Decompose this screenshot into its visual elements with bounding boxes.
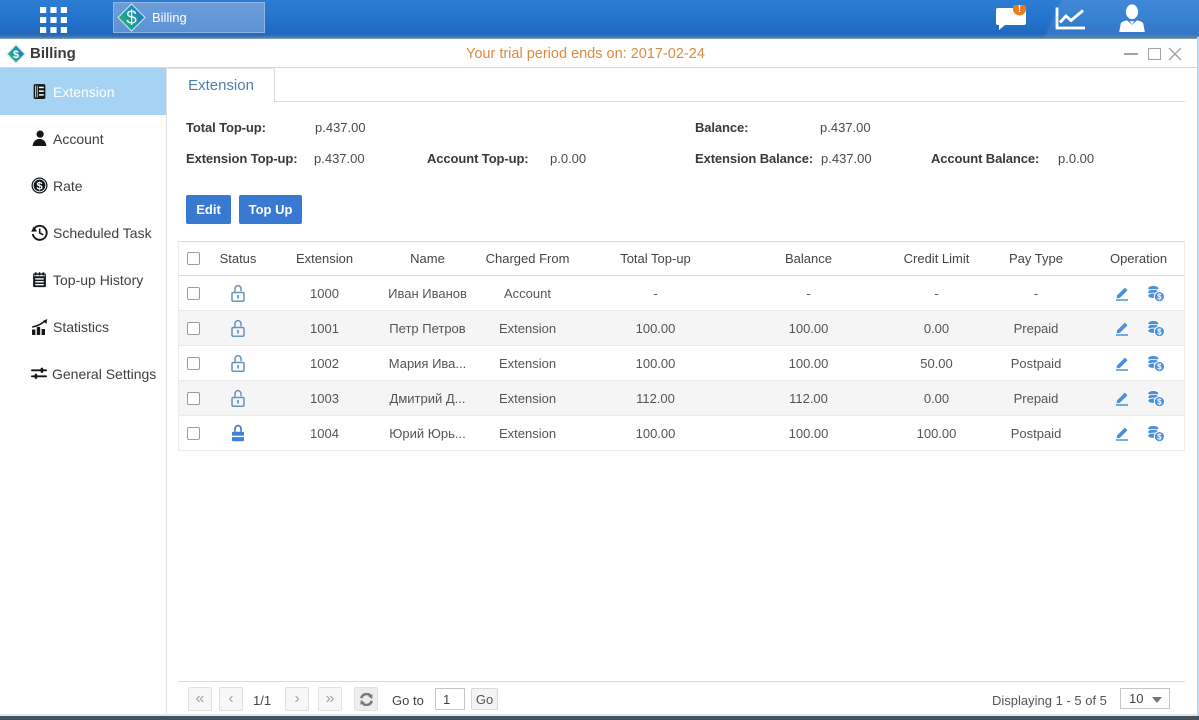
svg-text:$: $ <box>13 49 19 61</box>
svg-text:$: $ <box>1157 362 1162 371</box>
svg-text:$: $ <box>1157 327 1162 336</box>
svg-text:$: $ <box>1157 397 1162 406</box>
svg-text:$: $ <box>126 8 137 29</box>
svg-text:$: $ <box>36 181 42 193</box>
svg-text:$: $ <box>1157 432 1162 441</box>
svg-text:$: $ <box>1157 292 1162 301</box>
svg-text:!: ! <box>1018 5 1021 15</box>
